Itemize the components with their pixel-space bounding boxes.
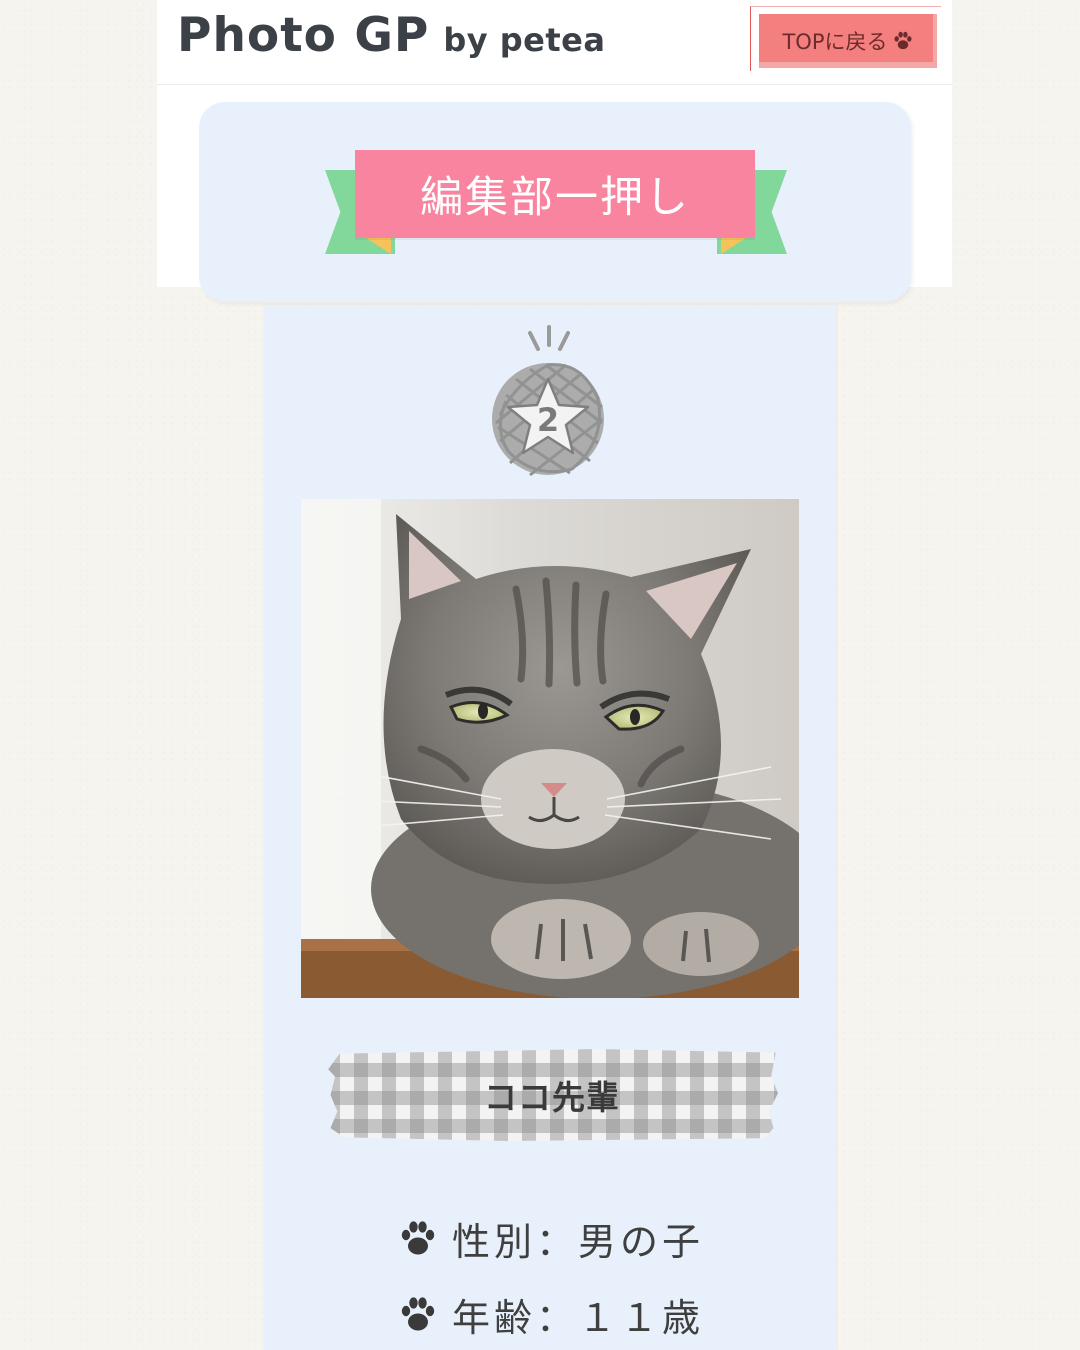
- back-to-top-label: TOPに戻る: [782, 30, 888, 54]
- pet-photo[interactable]: [301, 499, 799, 998]
- age-value: １１歳: [578, 1296, 705, 1340]
- gender-row: 性別 ： 男の子: [398, 1211, 704, 1266]
- entry-card: 2 ココ先輩 性別 ： 男の子 年齢 ： １１歳: [264, 305, 836, 1350]
- paw-icon: [893, 31, 912, 50]
- pet-name: ココ先輩: [484, 1078, 620, 1117]
- paw-icon: [401, 1220, 435, 1254]
- site-header-screenshot: Photo GP by petea TOPに戻る 編集部一押し: [157, 0, 952, 302]
- gender-value: 男の子: [578, 1220, 705, 1264]
- header-bar: Photo GP by petea TOPに戻る: [157, 0, 952, 85]
- site-logo[interactable]: Photo GP by petea: [177, 8, 605, 63]
- gender-separator: ：: [536, 1220, 579, 1264]
- age-row: 年齢 ： １１歳: [398, 1287, 704, 1342]
- back-to-top-button[interactable]: TOPに戻る: [750, 6, 941, 71]
- rank-badge-icon: 2: [492, 325, 604, 477]
- age-label: 年齢: [452, 1296, 537, 1340]
- paw-icon: [401, 1296, 435, 1330]
- logo-sub: by petea: [443, 21, 606, 59]
- name-tape: ココ先輩: [328, 1049, 778, 1141]
- ribbon-title: 編集部一押し: [355, 150, 755, 238]
- logo-main: Photo GP: [177, 8, 430, 63]
- gender-label: 性別: [452, 1220, 537, 1264]
- age-separator: ：: [536, 1296, 579, 1340]
- editor-pick-ribbon: 編集部一押し: [325, 150, 787, 260]
- cat-image: [301, 499, 799, 998]
- rank-number: 2: [537, 401, 559, 439]
